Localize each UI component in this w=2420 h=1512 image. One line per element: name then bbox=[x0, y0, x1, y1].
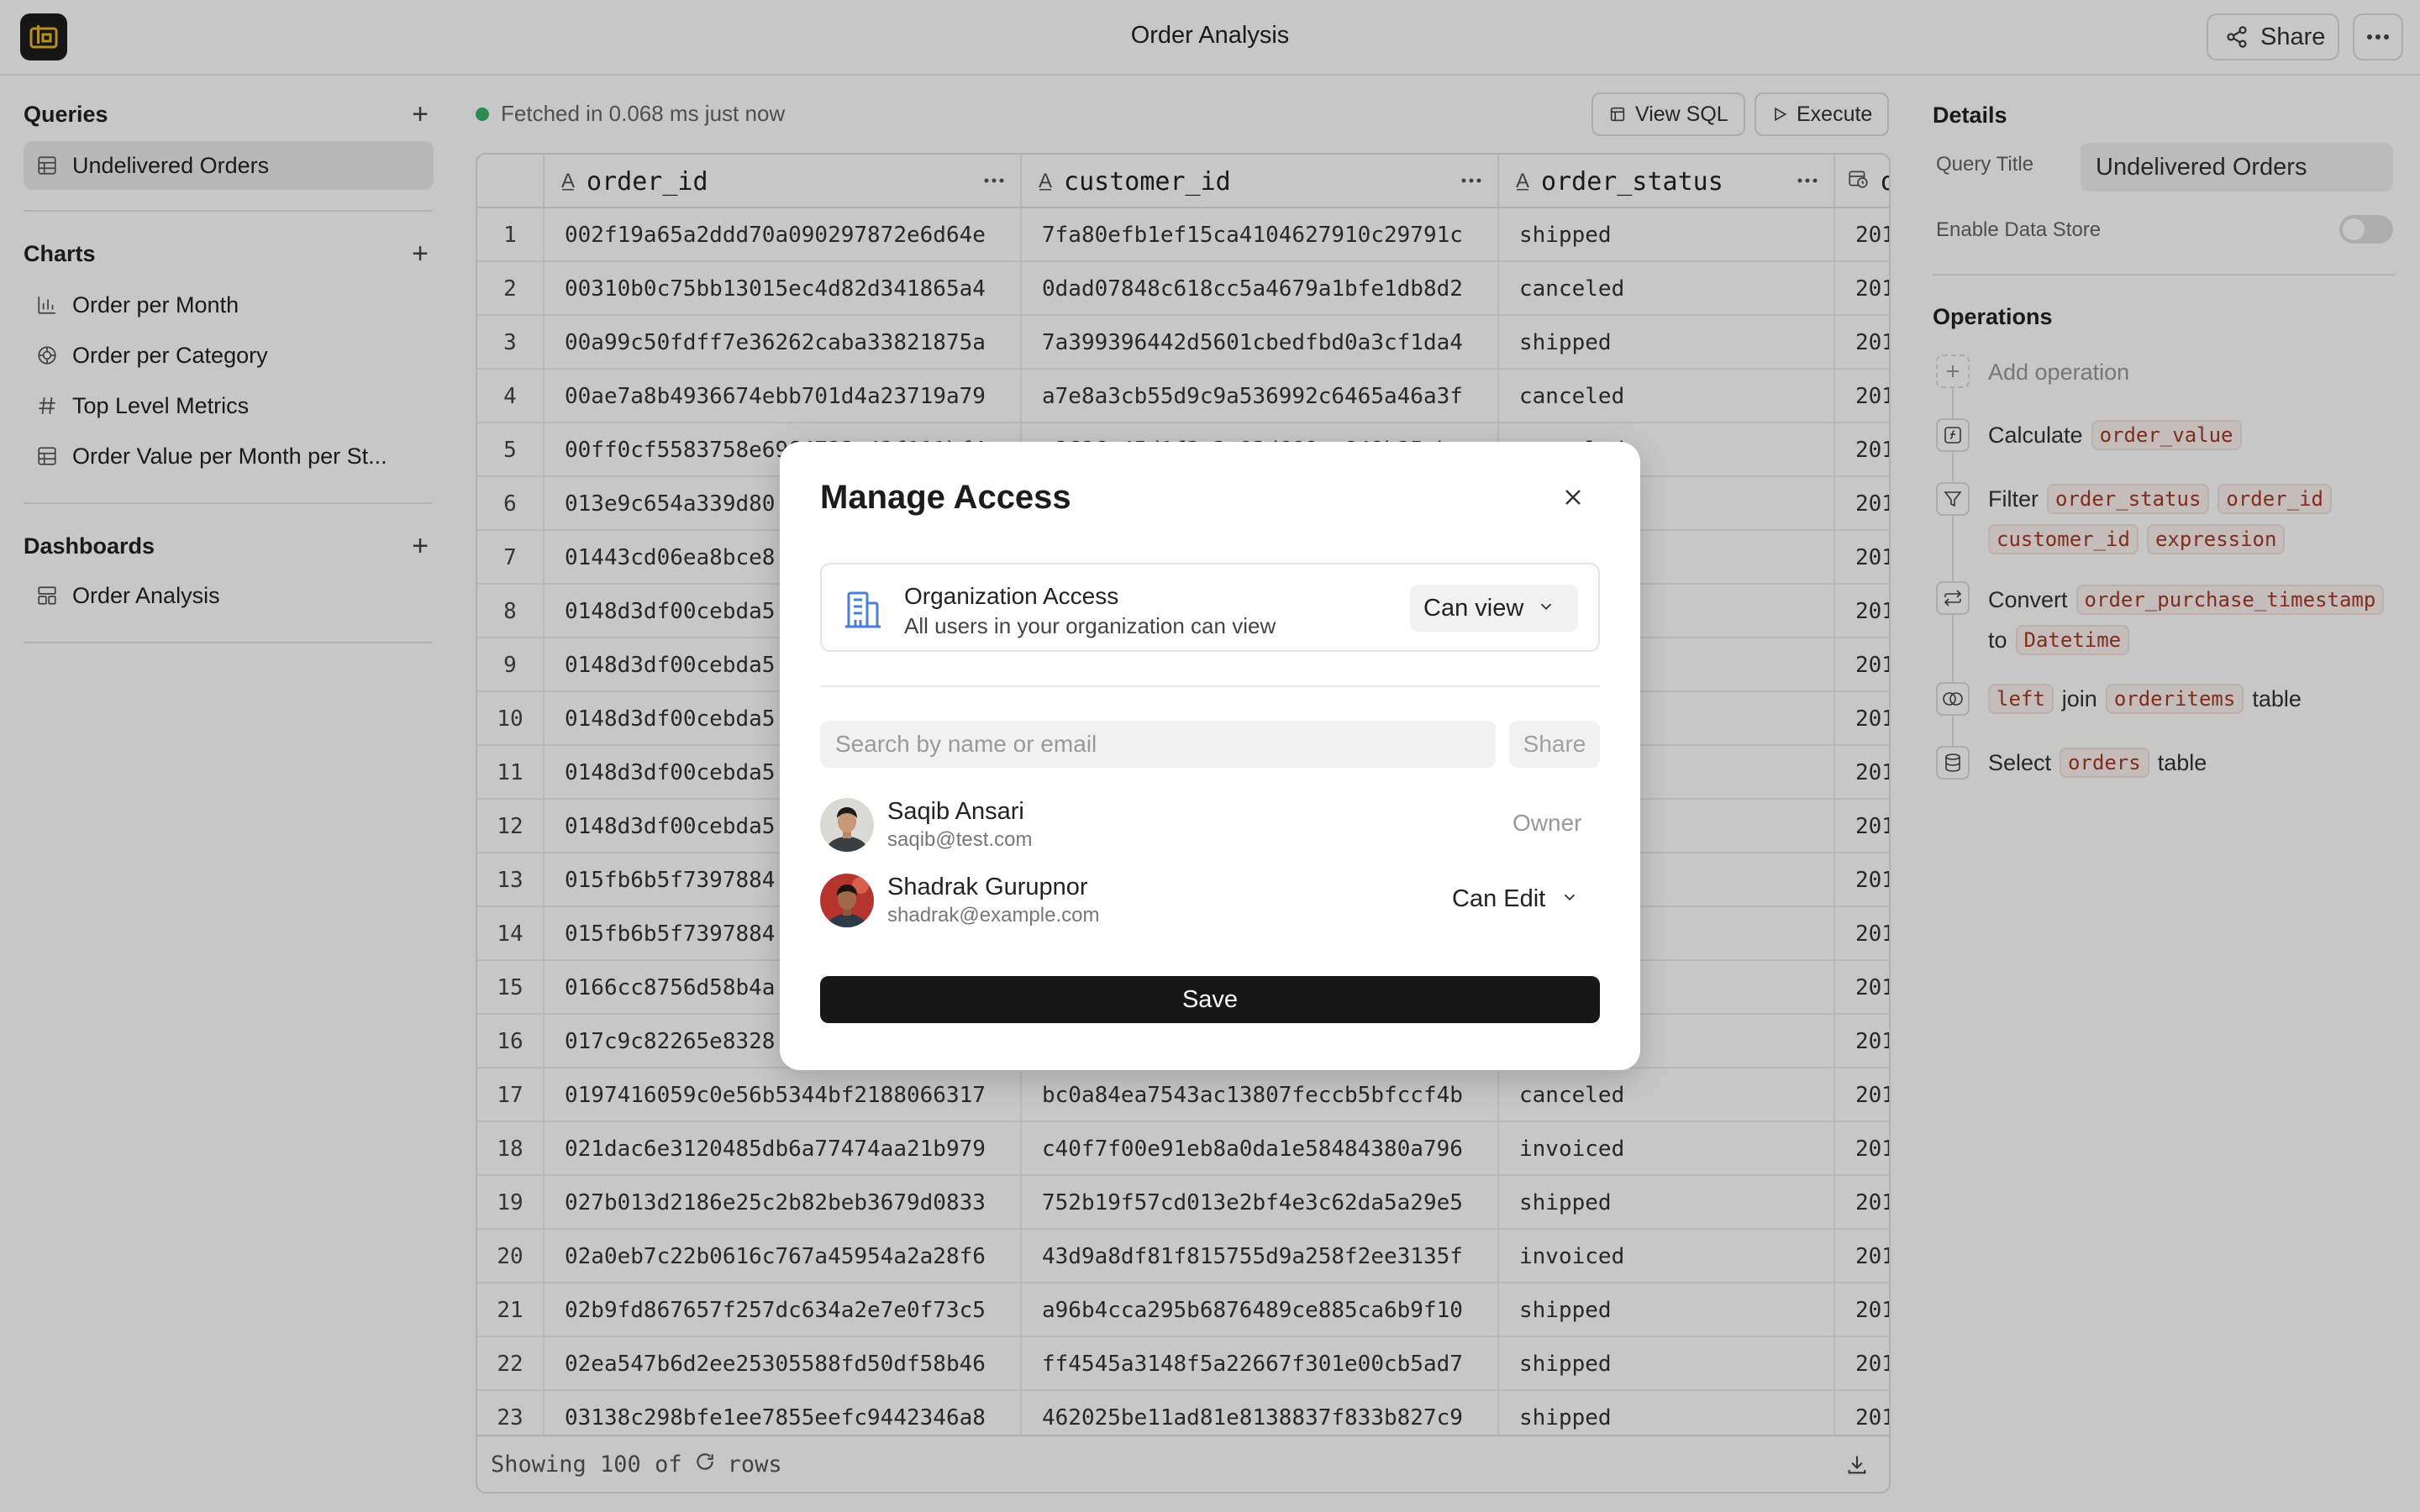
chevron-down-icon bbox=[1537, 595, 1555, 622]
search-input[interactable] bbox=[820, 721, 1496, 768]
dialog-title: Manage Access bbox=[820, 479, 1071, 516]
building-icon bbox=[842, 588, 882, 634]
close-icon[interactable] bbox=[1560, 484, 1586, 515]
chevron-down-icon bbox=[1560, 885, 1579, 913]
avatar bbox=[820, 798, 874, 852]
divider bbox=[820, 685, 1600, 687]
share-invite-button[interactable]: Share bbox=[1509, 721, 1600, 768]
organization-access-card: Organization Access All users in your or… bbox=[820, 563, 1600, 652]
manage-access-dialog: Manage Access Organization Access All us… bbox=[780, 442, 1640, 1070]
user-name: Saqib Ansari bbox=[887, 798, 1024, 825]
user-email: shadrak@example.com bbox=[887, 904, 1100, 927]
org-permission-select[interactable]: Can view bbox=[1410, 585, 1578, 632]
org-access-subtitle: All users in your organization can view bbox=[904, 613, 1276, 638]
user-role-value: Can Edit bbox=[1452, 885, 1546, 912]
user-role: Owner bbox=[1512, 810, 1582, 836]
org-access-title: Organization Access bbox=[904, 583, 1119, 609]
user-email: saqib@test.com bbox=[887, 828, 1033, 851]
save-button[interactable]: Save bbox=[820, 976, 1600, 1023]
avatar bbox=[820, 874, 874, 927]
org-permission-value: Can view bbox=[1423, 594, 1524, 622]
user-role-select[interactable]: Can Edit bbox=[1452, 885, 1579, 913]
user-name: Shadrak Gurupnor bbox=[887, 874, 1088, 900]
